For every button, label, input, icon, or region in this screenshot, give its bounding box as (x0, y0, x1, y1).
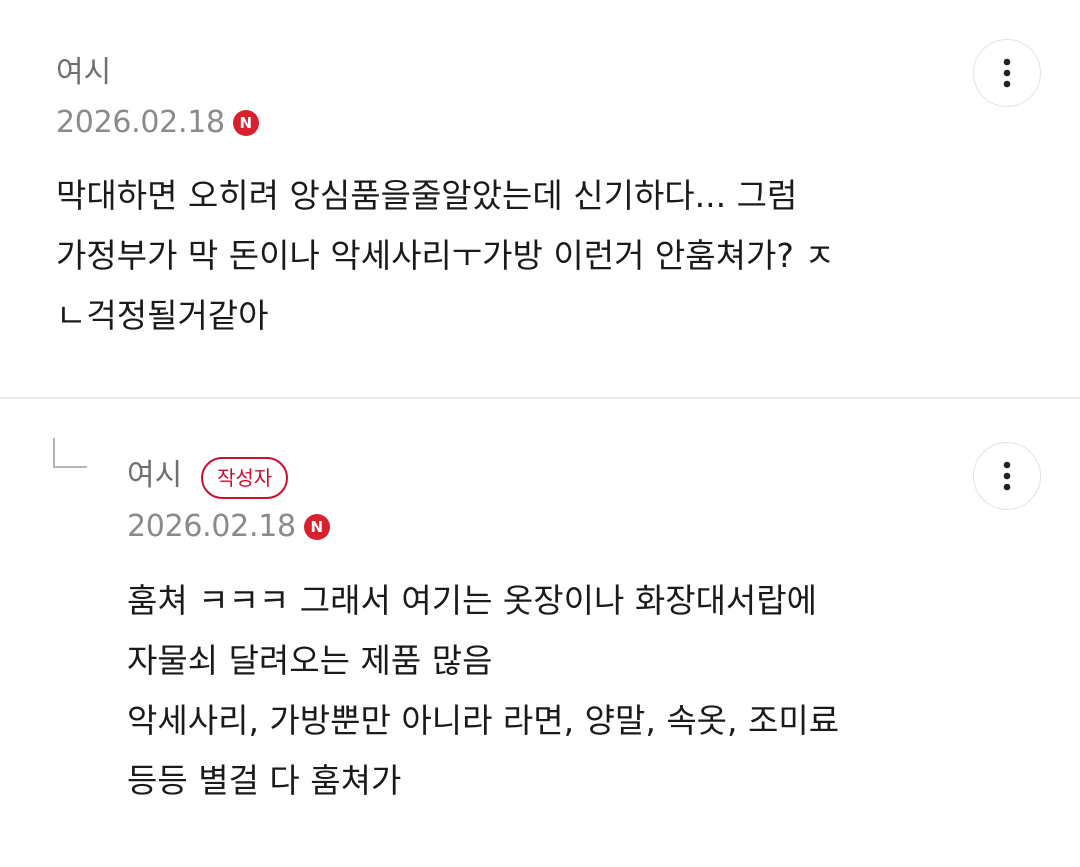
new-badge: N (232, 110, 259, 136)
comment-meta: 2026.02.18 N (56, 103, 259, 143)
comment-date: 2026.02.18 (56, 105, 225, 140)
more-vertical-icon (1003, 58, 1011, 88)
reply-arrow-icon (53, 438, 87, 468)
more-vertical-icon (1003, 461, 1011, 491)
comment-author[interactable]: 여시 (127, 457, 182, 495)
comment: 여시 2026.02.18 N 막대하면 오히려 앙심품을줄알았는데 신기하다.… (0, 0, 1080, 398)
comment-author[interactable]: 여시 (56, 54, 111, 92)
comment-date: 2026.02.18 (127, 509, 296, 544)
new-badge: N (303, 514, 330, 540)
comment-body: 막대하면 오히려 앙심품을줄알았는데 신기하다... 그럼 가정부가 막 돈이나… (56, 176, 835, 335)
more-options-button[interactable] (973, 442, 1041, 510)
reply-comment: 여시 작성자 2026.02.18 N 훔쳐 ㅋㅋㅋ 그래서 여기는 옷장이나 … (0, 399, 1080, 867)
author-badge: 작성자 (201, 457, 289, 499)
comment-body: 훔쳐 ㅋㅋㅋ 그래서 여기는 옷장이나 화장대서랍에 자물쇠 달려오는 제품 많… (127, 581, 840, 800)
comment-meta: 2026.02.18 N (127, 507, 330, 547)
more-options-button[interactable] (973, 39, 1041, 107)
